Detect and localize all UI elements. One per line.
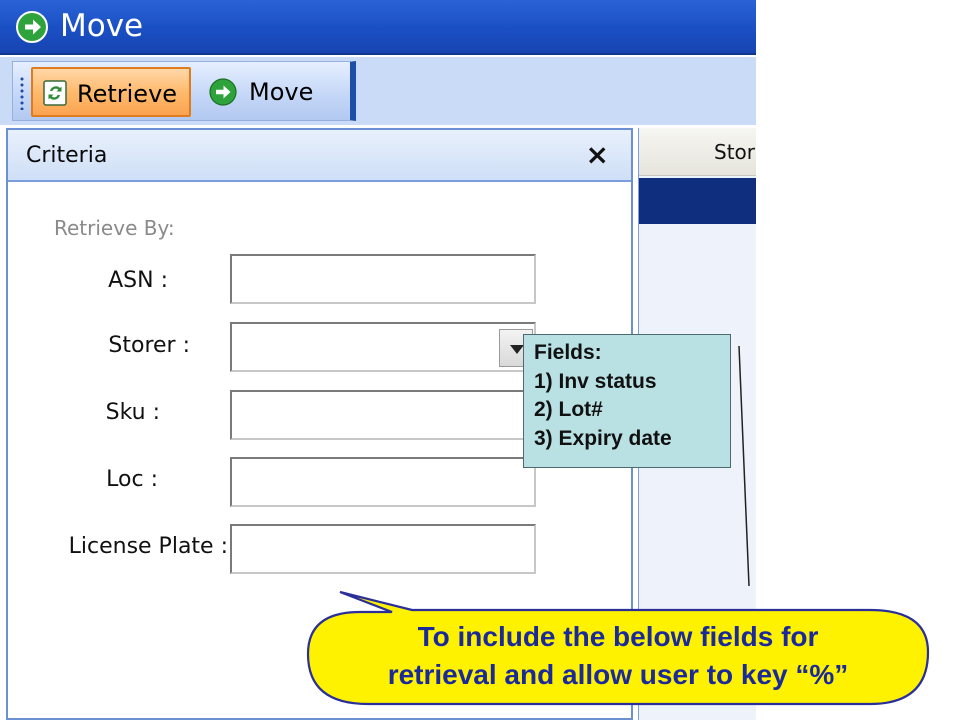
toolstrip: Retrieve Move [12,61,356,121]
license-plate-label: License Plate : [68,534,228,559]
fields-annotation-item: 2) Lot# [534,398,603,421]
grid-selected-row[interactable] [639,178,756,224]
grid-column-header-label: Stor [714,140,755,164]
storer-dropdown[interactable] [230,322,536,372]
sku-label: Sku : [105,400,160,425]
arrow-right-circle-icon [209,78,237,106]
retrieve-by-label: Retrieve By: [54,216,175,240]
fields-annotation: Fields: 1) Inv status 2) Lot# 3) Expiry … [523,334,731,468]
loc-label: Loc : [106,467,158,492]
asn-input[interactable] [230,254,536,304]
toolbar-grip[interactable] [20,76,24,110]
fields-annotation-item: 3) Expiry date [534,427,672,450]
callout-line-1: To include the below fields for [417,621,819,652]
storer-label: Storer : [108,333,190,358]
retrieve-button-label: Retrieve [77,80,178,108]
toolbar: Retrieve Move [0,57,756,125]
criteria-panel-header: Criteria × [8,130,631,182]
callout-line-2: retrieval and allow user to key “%” [387,659,849,690]
loc-input[interactable] [230,457,536,507]
move-button[interactable]: Move [199,67,319,117]
asn-label: ASN : [108,268,168,293]
arrow-right-circle-icon [16,11,48,43]
close-icon[interactable]: × [586,140,609,170]
sku-input[interactable] [230,390,536,440]
fields-annotation-title: Fields: [534,341,602,364]
callout-text: To include the below fields for retrieva… [320,618,916,694]
grid-column-header[interactable]: Stor [639,128,756,176]
criteria-panel-title: Criteria [26,143,108,168]
fields-annotation-item: 1) Inv status [534,370,657,393]
retrieve-button[interactable]: Retrieve [31,67,191,117]
window-titlebar: Move [0,0,756,55]
license-plate-input[interactable] [230,524,536,574]
refresh-document-icon [43,80,67,106]
move-button-label: Move [249,78,314,106]
window-title: Move [60,8,144,44]
